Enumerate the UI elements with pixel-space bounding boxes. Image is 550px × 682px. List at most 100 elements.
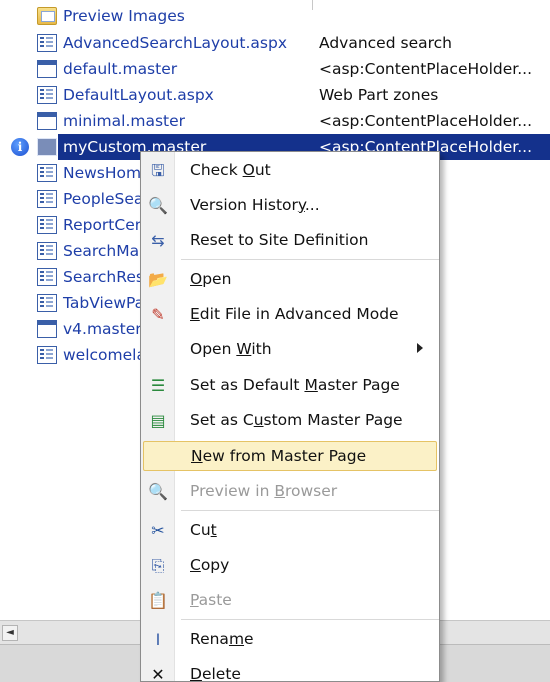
label-mnemonic: C — [190, 556, 201, 574]
menu-item-set-custom-master[interactable]: ▤ Set as Custom Master Page — [143, 406, 437, 436]
scroll-left-arrow-icon[interactable]: ◄ — [2, 625, 18, 641]
context-menu: 🖫 Check Out 🔍 Version History... ⇆ Reset to S… — [140, 151, 440, 682]
label-end: dit File in Advanced Mode — [199, 305, 399, 323]
label-start: Preview in — [190, 482, 275, 500]
file-row[interactable]: DefaultLayout.aspx Web Part zones — [0, 82, 550, 108]
label-start: Cu — [190, 521, 211, 539]
menu-item-cut[interactable]: ✂ Cut — [143, 516, 437, 546]
file-row[interactable]: default.master <asp:ContentPlaceHolder... — [0, 56, 550, 82]
file-name[interactable]: TabViewPa — [63, 294, 144, 312]
master-page-icon — [37, 112, 57, 130]
page-icon — [37, 86, 57, 104]
page-icon — [37, 34, 57, 52]
menu-separator — [181, 510, 439, 511]
menu-item-new-from-master[interactable]: New from Master Page — [143, 441, 437, 471]
paste-icon: 📋 — [148, 591, 168, 610]
file-row[interactable]: minimal.master <asp:ContentPlaceHolder... — [0, 108, 550, 134]
menu-separator — [181, 619, 439, 620]
page-icon — [37, 294, 57, 312]
label-end: aster Page — [317, 376, 400, 394]
label-end: ith — [251, 340, 272, 358]
label-mnemonic: m — [228, 630, 245, 648]
label-mnemonic: B — [274, 482, 285, 500]
label-mnemonic: u — [253, 411, 264, 429]
label-end: e — [244, 630, 254, 648]
menu-item-preview-in-browser[interactable]: 🔍 Preview in Browser — [143, 477, 437, 507]
label-end: ut — [254, 161, 271, 179]
label-start: Rena — [190, 630, 229, 648]
file-name[interactable]: AdvancedSearchLayout.aspx — [63, 34, 287, 52]
label-end: stom Master Page — [263, 411, 403, 429]
page-icon — [37, 268, 57, 286]
scissors-icon: ✂ — [151, 521, 165, 540]
page-icon — [37, 164, 57, 182]
master-page-icon — [37, 138, 57, 156]
set-custom-master-icon: ▤ — [150, 411, 166, 430]
label-mnemonic: P — [190, 591, 199, 609]
label-start: Version Histor — [190, 196, 298, 214]
file-name[interactable]: ReportCen — [63, 216, 145, 234]
master-page-icon — [37, 320, 57, 338]
menu-item-edit-advanced[interactable]: ✎ Edit File in Advanced Mode — [143, 300, 437, 330]
file-name[interactable]: v4.master — [63, 320, 142, 338]
file-name[interactable]: SearchRes — [63, 268, 144, 286]
menu-item-reset-to-site-definition[interactable]: ⇆ Reset to Site Definition — [143, 226, 437, 256]
label-mnemonic: t — [210, 521, 217, 539]
menu-item-delete[interactable]: ✕ Delete — [143, 660, 437, 682]
menu-item-version-history[interactable]: 🔍 Version History... — [143, 191, 437, 221]
page-icon — [37, 346, 57, 364]
page-icon — [37, 190, 57, 208]
label-end: opy — [200, 556, 230, 574]
label-end: aste — [198, 591, 232, 609]
file-name[interactable]: default.master — [63, 60, 177, 78]
menu-item-label: Edit File in Advanced Mode — [190, 305, 399, 323]
menu-item-set-default-master[interactable]: ☰ Set as Default Master Page — [143, 371, 437, 401]
info-icon[interactable]: i — [11, 138, 29, 156]
label-mnemonic: D — [190, 665, 202, 682]
label-end: elete — [201, 665, 241, 682]
menu-item-check-out[interactable]: 🖫 Check Out — [143, 156, 437, 186]
label-end: rowser — [284, 482, 338, 500]
menu-item-label: Set as Custom Master Page — [190, 411, 403, 429]
set-default-master-icon: ☰ — [150, 376, 166, 395]
version-history-icon: 🔍 — [148, 196, 168, 215]
rename-icon: Ⅰ — [155, 630, 161, 649]
copy-icon: ⎘ — [151, 556, 165, 575]
label-mnemonic: W — [236, 340, 252, 358]
menu-item-label: Open With — [190, 340, 272, 358]
menu-item-label: Open — [190, 270, 231, 288]
label-mnemonic: y — [297, 196, 305, 214]
menu-separator — [181, 259, 439, 260]
label-start: Set as C — [190, 411, 254, 429]
menu-item-paste[interactable]: 📋 Paste — [143, 586, 437, 616]
file-name[interactable]: welcomela — [63, 346, 146, 364]
menu-item-open[interactable]: 📂 Open — [143, 265, 437, 295]
file-name[interactable]: minimal.master — [63, 112, 185, 130]
master-page-icon — [37, 60, 57, 78]
file-row[interactable]: Preview Images — [0, 3, 550, 29]
preview-icon: 🔍 — [148, 482, 168, 501]
menu-item-open-with[interactable]: Open With — [143, 335, 437, 365]
file-name[interactable]: Preview Images — [63, 7, 185, 25]
menu-item-label: Copy — [190, 556, 229, 574]
menu-item-copy[interactable]: ⎘ Copy — [143, 551, 437, 581]
submenu-arrow-icon — [417, 343, 423, 353]
file-name[interactable]: DefaultLayout.aspx — [63, 86, 214, 104]
label-mnemonic: M — [304, 376, 318, 394]
file-row[interactable]: AdvancedSearchLayout.aspx Advanced search — [0, 30, 550, 56]
folder-icon — [37, 7, 57, 25]
label-start: Check — [190, 161, 243, 179]
menu-item-rename[interactable]: Ⅰ Rename — [143, 625, 437, 655]
menu-item-label: Set as Default Master Page — [190, 376, 400, 394]
file-description: Web Part zones — [319, 86, 439, 104]
page-icon — [37, 242, 57, 260]
menu-item-label: Preview in Browser — [190, 482, 337, 500]
page-icon — [37, 216, 57, 234]
label-mnemonic: O — [190, 270, 203, 288]
menu-item-label: Check Out — [190, 161, 271, 179]
file-name[interactable]: PeopleSea — [63, 190, 143, 208]
file-name[interactable]: NewsHome — [63, 164, 151, 182]
label-end: ... — [304, 196, 320, 214]
menu-item-label: Reset to Site Definition — [190, 231, 368, 249]
file-name[interactable]: SearchMai — [63, 242, 143, 260]
